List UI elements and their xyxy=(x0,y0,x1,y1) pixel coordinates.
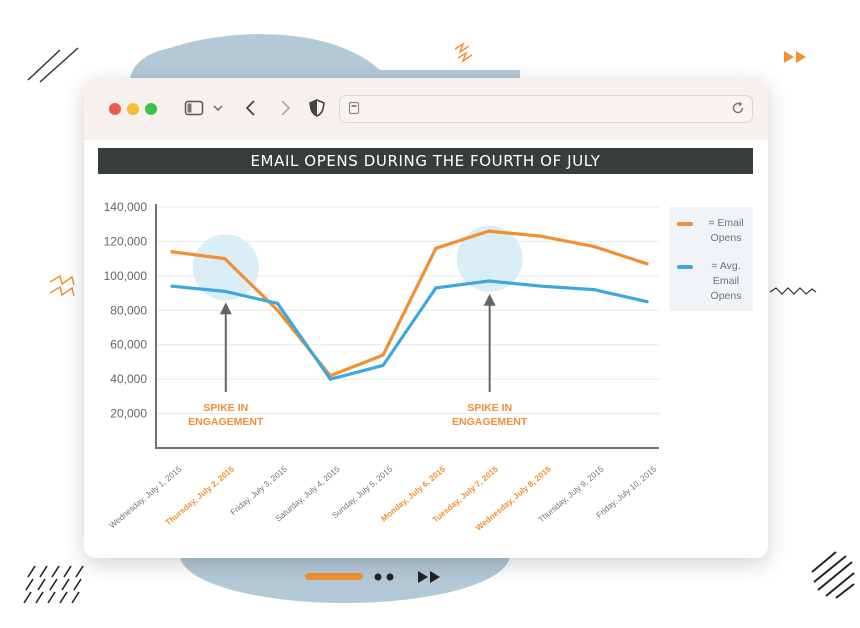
annotation-arrow-head xyxy=(483,293,496,306)
legend-swatch-avg-email-opens xyxy=(677,265,693,269)
pager-dot xyxy=(386,573,394,581)
hatch-lines-icon xyxy=(23,565,84,604)
data-point xyxy=(223,257,227,261)
legend-label-email-opens: = Email Opens xyxy=(708,217,744,244)
chart-legend: = Email Opens = Avg. Email Opens xyxy=(669,207,753,311)
fast-forward-icon-top xyxy=(784,51,806,63)
y-tick-label: 60,000 xyxy=(110,338,147,352)
data-point xyxy=(170,250,174,254)
line-chart: 20,000 40,000 60,000 80,000 100,000 120,000 14… xyxy=(104,200,659,533)
annotation-label: ENGAGEMENT xyxy=(452,416,528,428)
data-point xyxy=(381,363,385,367)
pager-bar xyxy=(305,573,363,580)
series-line-1 xyxy=(170,279,649,381)
legend-label-avg-email-opens: = Avg. Email Opens xyxy=(710,260,742,302)
legend-swatch-email-opens xyxy=(677,222,693,226)
data-point xyxy=(539,284,544,288)
x-tick-label: Friday, July 10, 2015 xyxy=(595,464,659,520)
data-point xyxy=(275,308,280,312)
data-point xyxy=(539,234,544,238)
pager-dot xyxy=(374,573,382,581)
data-point xyxy=(434,286,438,290)
diagonal-stripes-icon xyxy=(811,551,855,599)
y-tick-label: 80,000 xyxy=(110,303,147,317)
x-tick-label: Friday, July 3, 2015 xyxy=(229,464,289,517)
data-point xyxy=(487,279,491,283)
zigzag-left-icon xyxy=(49,274,75,297)
y-tick-label: 100,000 xyxy=(104,269,148,283)
annotation-label: SPIKE IN xyxy=(203,402,248,414)
data-point xyxy=(487,229,491,233)
annotation-label: ENGAGEMENT xyxy=(188,416,264,428)
data-point xyxy=(645,300,649,304)
y-tick-label: 120,000 xyxy=(104,234,148,248)
data-point xyxy=(170,284,174,288)
slash-lines-icon xyxy=(27,47,79,83)
annotation-label: SPIKE IN xyxy=(467,402,512,414)
zigzag-icon xyxy=(454,42,473,63)
browser-window: EMAIL OPENS DURING THE FOURTH OF JULY 20… xyxy=(84,78,768,558)
data-point xyxy=(434,246,438,250)
data-point xyxy=(275,301,280,305)
y-tick-label: 140,000 xyxy=(104,200,148,214)
y-tick-label: 20,000 xyxy=(110,407,147,421)
annotation-arrow-head xyxy=(219,302,232,315)
data-point xyxy=(592,244,596,249)
data-point xyxy=(645,262,649,266)
wave-line-icon xyxy=(769,287,817,295)
data-point xyxy=(328,377,332,381)
y-tick-label: 40,000 xyxy=(110,372,147,386)
data-point xyxy=(381,353,385,357)
data-point xyxy=(592,288,596,292)
data-point xyxy=(223,289,227,293)
